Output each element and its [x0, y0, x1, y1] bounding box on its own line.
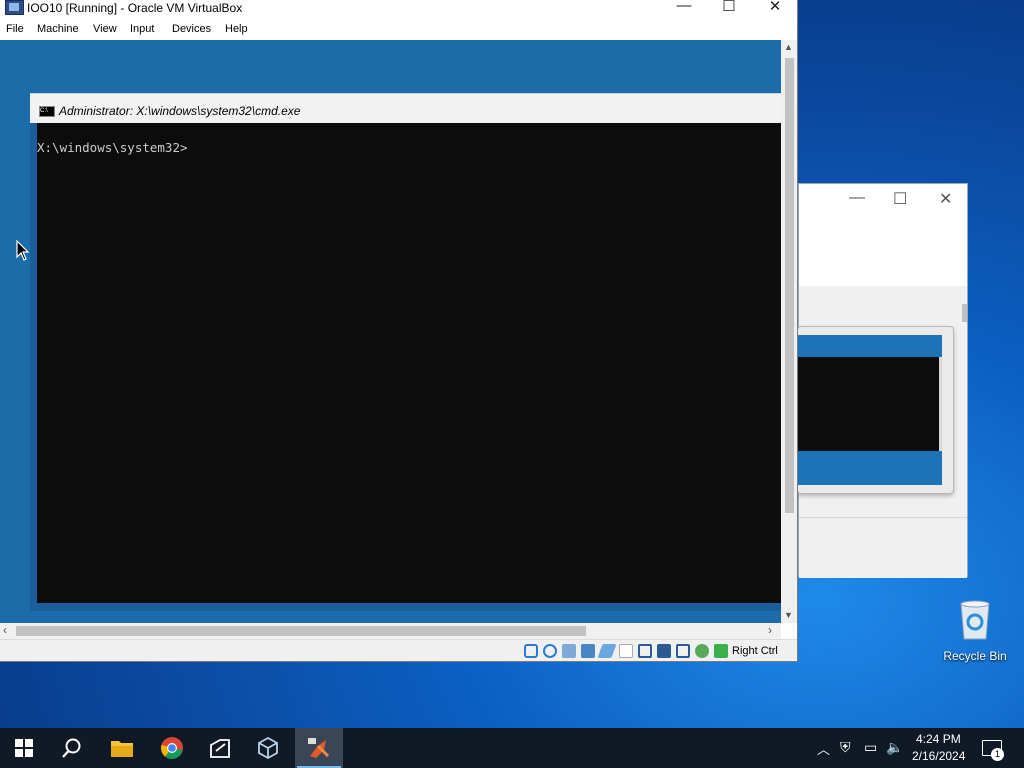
recycle-bin-label: Recycle Bin	[943, 649, 1007, 663]
background-window[interactable]: — ☐ ✕	[797, 183, 968, 578]
chrome-icon	[161, 737, 183, 759]
clock-date[interactable]: 2/16/2024	[912, 749, 965, 763]
file-explorer-icon	[111, 741, 133, 757]
hard-disk-icon[interactable]	[524, 644, 538, 658]
kali-vm-icon	[308, 738, 330, 758]
status-bar: Right Ctrl	[0, 639, 797, 661]
security-tray-icon[interactable]: ⛨	[840, 739, 851, 756]
minimize-icon[interactable]: —	[849, 189, 865, 207]
menu-view[interactable]: View	[93, 23, 117, 35]
virtualization-icon[interactable]	[676, 644, 690, 658]
cmd-app-icon: C:\	[39, 106, 55, 117]
background-window-titlebar[interactable]: — ☐ ✕	[799, 184, 967, 212]
guest-additions-icon[interactable]	[695, 644, 709, 658]
audio-icon[interactable]	[562, 644, 576, 658]
virtualbox-app-icon	[5, 0, 24, 15]
scroll-left-icon[interactable]: ‹	[3, 623, 7, 637]
menu-input[interactable]: Input	[130, 23, 154, 35]
search-icon	[62, 738, 81, 758]
start-button[interactable]	[0, 728, 48, 768]
network-icon[interactable]	[581, 644, 595, 658]
window-titlebar[interactable]: IOO10 [Running] - Oracle VM VirtualBox —…	[0, 0, 797, 20]
network-tray-icon[interactable]: ▭	[864, 739, 877, 756]
virtualbox-icon	[258, 736, 278, 760]
recycle-bin-shortcut[interactable]: Recycle Bin	[940, 598, 1010, 663]
virtualbox-button[interactable]	[244, 728, 292, 768]
cmd-title: Administrator: X:\windows\system32\cmd.e…	[59, 104, 301, 118]
recycle-bin-icon	[960, 600, 990, 640]
menu-machine[interactable]: Machine	[37, 23, 79, 35]
cmd-titlebar[interactable]: C:\ Administrator: X:\windows\system32\c…	[30, 93, 781, 123]
keyboard-capture-icon[interactable]	[714, 644, 728, 658]
horizontal-scroll-thumb[interactable]	[16, 626, 586, 636]
close-icon[interactable]: ✕	[939, 189, 952, 209]
app-button[interactable]	[196, 728, 244, 768]
host-key-label: Right Ctrl	[732, 645, 778, 657]
scroll-right-icon[interactable]: ›	[768, 623, 772, 637]
menu-bar: File Machine View Input Devices Help	[0, 20, 797, 40]
running-vm-button[interactable]	[295, 728, 343, 768]
vertical-scrollbar[interactable]: ▲ ▼	[781, 40, 797, 623]
background-window-footer	[799, 517, 967, 578]
optical-drive-icon[interactable]	[543, 644, 557, 658]
cmd-window[interactable]: C:\ Administrator: X:\windows\system32\c…	[30, 93, 781, 611]
minimize-button[interactable]: —	[661, 0, 707, 17]
console-area[interactable]: X:\windows\system32>	[37, 123, 781, 603]
background-window-panel	[799, 212, 967, 286]
chrome-button[interactable]	[148, 728, 196, 768]
taskbar: ︿ ⛨ ▭ 🔈 4:24 PM 2/16/2024 1	[0, 728, 1024, 768]
background-window-scrollbar[interactable]	[962, 304, 967, 322]
scroll-down-icon[interactable]: ▼	[784, 610, 793, 620]
app-icon	[210, 739, 230, 758]
menu-devices[interactable]: Devices	[172, 23, 211, 35]
notification-count-badge: 1	[991, 748, 1004, 761]
console-prompt: X:\windows\system32>	[37, 140, 188, 155]
maximize-button[interactable]: ☐	[706, 0, 752, 17]
volume-muted-icon[interactable]: 🔈	[886, 739, 903, 756]
mouse-cursor-icon	[16, 240, 30, 261]
search-button[interactable]	[48, 728, 96, 768]
display-icon[interactable]	[638, 644, 652, 658]
vertical-scroll-thumb[interactable]	[785, 58, 794, 513]
file-explorer-button[interactable]	[98, 728, 146, 768]
scroll-up-icon[interactable]: ▲	[784, 42, 793, 52]
menu-help[interactable]: Help	[225, 23, 248, 35]
maximize-icon[interactable]: ☐	[893, 189, 907, 209]
horizontal-scrollbar[interactable]: ‹ ›	[0, 623, 781, 639]
window-title: IOO10 [Running] - Oracle VM VirtualBox	[27, 1, 243, 15]
menu-file[interactable]: File	[6, 23, 24, 35]
vm-display[interactable]: C:\ Administrator: X:\windows\system32\c…	[0, 40, 781, 623]
vm-preview-thumbnail	[797, 326, 954, 494]
windows-logo-icon	[15, 739, 33, 757]
virtualbox-window[interactable]: IOO10 [Running] - Oracle VM VirtualBox —…	[0, 0, 798, 662]
show-hidden-icons-icon[interactable]: ︿	[817, 739, 830, 758]
shared-folders-icon[interactable]	[619, 644, 633, 658]
usb-icon[interactable]	[597, 644, 617, 658]
clock-time[interactable]: 4:24 PM	[916, 732, 961, 746]
close-button[interactable]: ✕	[752, 0, 798, 17]
recording-icon[interactable]	[657, 644, 671, 658]
